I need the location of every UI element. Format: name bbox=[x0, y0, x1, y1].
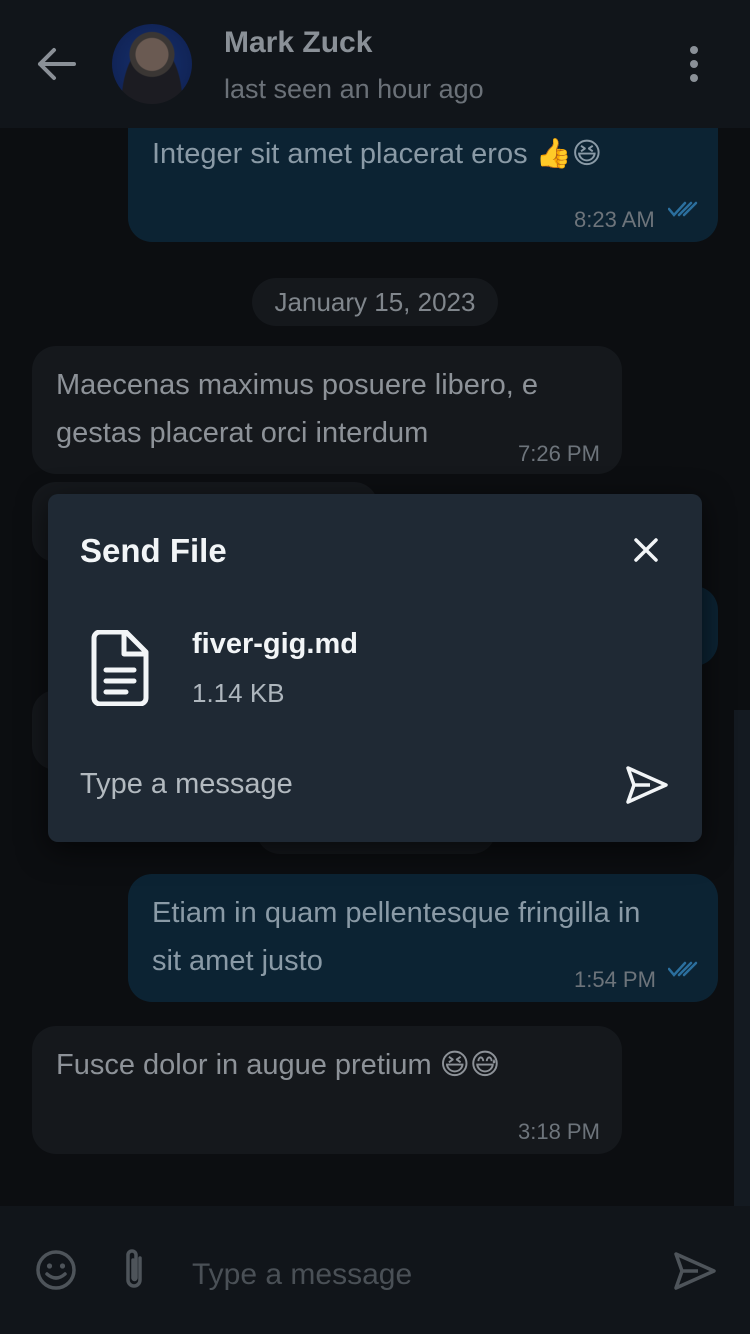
scrollbar[interactable] bbox=[734, 710, 750, 1206]
attach-icon[interactable] bbox=[120, 1246, 150, 1292]
message-bubble-incoming[interactable]: Maecenas maximus posuere libero, e gesta… bbox=[32, 346, 622, 474]
read-ticks-icon bbox=[668, 201, 698, 217]
send-file-dialog: Send File fiver-gig.md 1.14 KB bbox=[48, 494, 702, 842]
message-text-line-2: gestas placerat orci interdum bbox=[56, 417, 429, 449]
emoji-icon[interactable] bbox=[34, 1248, 78, 1292]
message-text-line-2: sit amet justo bbox=[152, 945, 323, 977]
message-text-line-1: Maecenas maximus posuere libero, e bbox=[56, 369, 538, 401]
message-bubble-outgoing[interactable]: Integer sit amet placerat eros 👍😆 8:23 A… bbox=[128, 100, 718, 242]
message-time: 7:26 PM bbox=[518, 441, 600, 466]
more-options-icon[interactable] bbox=[676, 44, 712, 84]
send-icon[interactable] bbox=[672, 1250, 718, 1292]
date-separator: January 15, 2023 bbox=[252, 278, 498, 326]
message-time: 1:54 PM bbox=[574, 967, 656, 992]
dialog-title: Send File bbox=[80, 532, 227, 569]
file-document-icon bbox=[91, 630, 149, 706]
read-ticks-icon bbox=[668, 961, 698, 977]
message-input[interactable]: Type a message bbox=[192, 1258, 412, 1292]
message-time: 3:18 PM bbox=[518, 1119, 600, 1144]
close-icon[interactable] bbox=[628, 532, 664, 568]
contact-name[interactable]: Mark Zuck bbox=[224, 26, 372, 60]
caption-input[interactable] bbox=[80, 762, 620, 806]
message-composer: Type a message bbox=[0, 1206, 750, 1334]
file-name: fiver-gig.md bbox=[192, 628, 358, 660]
back-arrow-icon[interactable] bbox=[34, 44, 78, 84]
message-text: Fusce dolor in augue pretium 😆😅 bbox=[56, 1049, 501, 1081]
message-text: Integer sit amet placerat eros 👍😆 bbox=[152, 138, 602, 170]
file-size: 1.14 KB bbox=[192, 678, 285, 708]
message-text-line-1: Etiam in quam pellentesque fringilla in bbox=[152, 897, 641, 929]
message-time: 8:23 AM bbox=[574, 207, 655, 232]
send-icon[interactable] bbox=[624, 764, 670, 806]
contact-avatar[interactable] bbox=[112, 24, 192, 104]
message-bubble-incoming[interactable]: Fusce dolor in augue pretium 😆😅 3:18 PM bbox=[32, 1026, 622, 1154]
message-bubble-outgoing[interactable]: Etiam in quam pellentesque fringilla in … bbox=[128, 874, 718, 1002]
